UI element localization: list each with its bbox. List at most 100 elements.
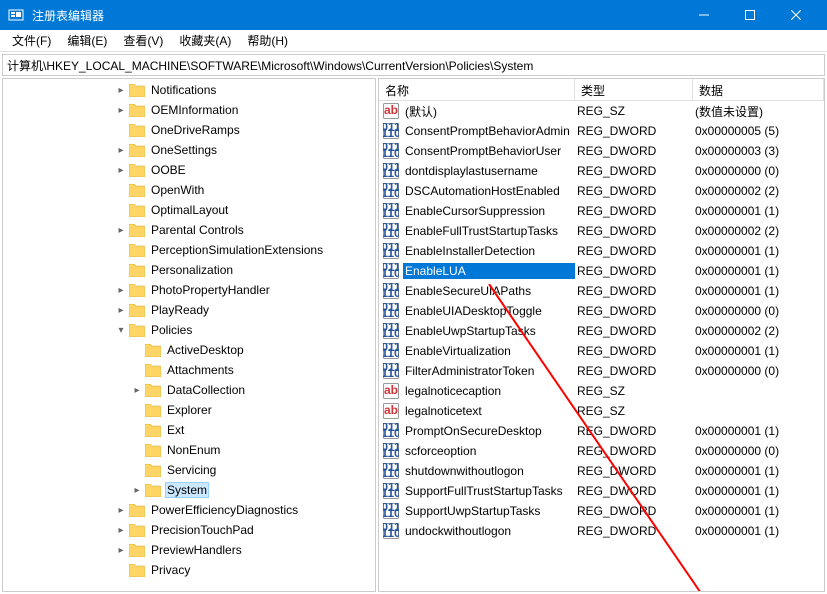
value-row[interactable]: 011110EnableSecureUIAPathsREG_DWORD0x000… — [379, 281, 824, 301]
tree-twisty[interactable]: ▾ — [115, 325, 127, 336]
value-row[interactable]: 011110dontdisplaylastusernameREG_DWORD0x… — [379, 161, 824, 181]
close-button[interactable] — [773, 0, 819, 30]
value-row[interactable]: ab(默认)REG_SZ(数值未设置) — [379, 101, 824, 121]
value-row[interactable]: 011110EnableCursorSuppressionREG_DWORD0x… — [379, 201, 824, 221]
value-data: 0x00000001 (1) — [693, 423, 824, 439]
tree-twisty[interactable]: ▸ — [115, 525, 127, 536]
value-row[interactable]: 011110scforceoptionREG_DWORD0x00000000 (… — [379, 441, 824, 461]
value-row[interactable]: 011110EnableFullTrustStartupTasksREG_DWO… — [379, 221, 824, 241]
tree-item[interactable]: ▸PlayReady — [3, 300, 375, 320]
value-data: 0x00000001 (1) — [693, 523, 824, 539]
value-name: ConsentPromptBehaviorUser — [403, 143, 575, 159]
tree-twisty[interactable]: ▸ — [115, 545, 127, 556]
tree-item[interactable]: ▸DataCollection — [3, 380, 375, 400]
tree-item[interactable]: ▸Notifications — [3, 80, 375, 100]
folder-icon — [129, 224, 145, 237]
value-name: EnableSecureUIAPaths — [403, 283, 575, 299]
tree-item[interactable]: OptimalLayout — [3, 200, 375, 220]
tree-twisty[interactable]: ▸ — [115, 305, 127, 316]
value-type: REG_DWORD — [575, 343, 693, 359]
tree-item[interactable]: ▸PrecisionTouchPad — [3, 520, 375, 540]
tree-item[interactable]: ▸OEMInformation — [3, 100, 375, 120]
tree-item[interactable]: ▸PowerEfficiencyDiagnostics — [3, 500, 375, 520]
value-name: EnableUIADesktopToggle — [403, 303, 575, 319]
value-data: 0x00000001 (1) — [693, 503, 824, 519]
svg-text:110: 110 — [383, 126, 399, 139]
list-pane[interactable]: 名称 类型 数据 ab(默认)REG_SZ(数值未设置)011110Consen… — [378, 78, 825, 592]
menu-view[interactable]: 查看(V) — [115, 30, 171, 51]
value-row[interactable]: ablegalnoticetextREG_SZ — [379, 401, 824, 421]
tree-label: System — [165, 482, 209, 498]
tree-item[interactable]: Privacy — [3, 560, 375, 580]
value-row[interactable]: 011110SupportUwpStartupTasksREG_DWORD0x0… — [379, 501, 824, 521]
column-name[interactable]: 名称 — [379, 79, 575, 100]
value-row[interactable]: 011110EnableVirtualizationREG_DWORD0x000… — [379, 341, 824, 361]
folder-icon — [145, 424, 161, 437]
value-row[interactable]: 011110DSCAutomationHostEnabledREG_DWORD0… — [379, 181, 824, 201]
tree-item[interactable]: OpenWith — [3, 180, 375, 200]
value-row[interactable]: 011110undockwithoutlogonREG_DWORD0x00000… — [379, 521, 824, 541]
tree-item[interactable]: ▾Policies — [3, 320, 375, 340]
tree-item[interactable]: NonEnum — [3, 440, 375, 460]
tree-twisty[interactable]: ▸ — [115, 85, 127, 96]
maximize-button[interactable] — [727, 0, 773, 30]
svg-text:110: 110 — [383, 446, 399, 459]
menu-help[interactable]: 帮助(H) — [239, 30, 296, 51]
tree-item[interactable]: ▸ PreviewHandlers — [3, 540, 375, 560]
value-icon: 011110 — [383, 503, 399, 519]
tree-item[interactable]: OneDriveRamps — [3, 120, 375, 140]
value-row[interactable]: 011110SupportFullTrustStartupTasksREG_DW… — [379, 481, 824, 501]
tree-twisty[interactable]: ▸ — [131, 485, 143, 496]
tree-item[interactable]: Explorer — [3, 400, 375, 420]
value-name: SupportFullTrustStartupTasks — [403, 483, 575, 499]
tree-item[interactable]: Attachments — [3, 360, 375, 380]
tree-twisty[interactable]: ▸ — [115, 145, 127, 156]
tree-item[interactable]: ▸Parental Controls — [3, 220, 375, 240]
tree-item[interactable]: ▸ OOBE — [3, 160, 375, 180]
minimize-button[interactable] — [681, 0, 727, 30]
app-icon — [8, 7, 24, 23]
tree-item[interactable]: ▸PhotoPropertyHandler — [3, 280, 375, 300]
tree-item[interactable]: Servicing — [3, 460, 375, 480]
menubar: 文件(F) 编辑(E) 查看(V) 收藏夹(A) 帮助(H) — [0, 30, 827, 52]
value-row[interactable]: 011110EnableLUAREG_DWORD0x00000001 (1) — [379, 261, 824, 281]
tree-label: OOBE — [149, 162, 188, 178]
tree-twisty[interactable]: ▸ — [115, 285, 127, 296]
tree-label: PreviewHandlers — [149, 542, 244, 558]
value-row[interactable]: 011110ConsentPromptBehaviorUserREG_DWORD… — [379, 141, 824, 161]
svg-text:110: 110 — [383, 466, 399, 479]
value-row[interactable]: 011110EnableInstallerDetectionREG_DWORD0… — [379, 241, 824, 261]
svg-text:110: 110 — [383, 506, 399, 519]
tree-item[interactable]: PerceptionSimulationExtensions — [3, 240, 375, 260]
value-data: 0x00000001 (1) — [693, 483, 824, 499]
tree-item[interactable]: ▸ System — [3, 480, 375, 500]
value-row[interactable]: 011110EnableUwpStartupTasksREG_DWORD0x00… — [379, 321, 824, 341]
tree-twisty[interactable]: ▸ — [115, 225, 127, 236]
svg-text:110: 110 — [383, 326, 399, 339]
menu-file[interactable]: 文件(F) — [4, 30, 59, 51]
value-row[interactable]: 011110ConsentPromptBehaviorAdminREG_DWOR… — [379, 121, 824, 141]
value-row[interactable]: 011110EnableUIADesktopToggleREG_DWORD0x0… — [379, 301, 824, 321]
value-row[interactable]: 011110FilterAdministratorTokenREG_DWORD0… — [379, 361, 824, 381]
column-type[interactable]: 类型 — [575, 79, 693, 100]
tree-item[interactable]: ▸OneSettings — [3, 140, 375, 160]
value-row[interactable]: 011110PromptOnSecureDesktopREG_DWORD0x00… — [379, 421, 824, 441]
tree-label: Ext — [165, 422, 186, 438]
value-icon: 011110 — [383, 343, 399, 359]
address-bar[interactable]: 计算机\HKEY_LOCAL_MACHINE\SOFTWARE\Microsof… — [2, 54, 825, 76]
tree-label: Explorer — [165, 402, 214, 418]
tree-twisty[interactable]: ▸ — [115, 105, 127, 116]
column-data[interactable]: 数据 — [693, 79, 824, 100]
tree-twisty[interactable]: ▸ — [115, 165, 127, 176]
menu-favorites[interactable]: 收藏夹(A) — [171, 30, 239, 51]
folder-icon — [129, 164, 145, 177]
value-row[interactable]: 011110shutdownwithoutlogonREG_DWORD0x000… — [379, 461, 824, 481]
menu-edit[interactable]: 编辑(E) — [59, 30, 115, 51]
tree-twisty[interactable]: ▸ — [115, 505, 127, 516]
tree-item[interactable]: Ext — [3, 420, 375, 440]
tree-pane[interactable]: ▸Notifications▸OEMInformationOneDriveRam… — [2, 78, 376, 592]
tree-twisty[interactable]: ▸ — [131, 385, 143, 396]
tree-item[interactable]: ActiveDesktop — [3, 340, 375, 360]
tree-item[interactable]: Personalization — [3, 260, 375, 280]
value-row[interactable]: ablegalnoticecaptionREG_SZ — [379, 381, 824, 401]
